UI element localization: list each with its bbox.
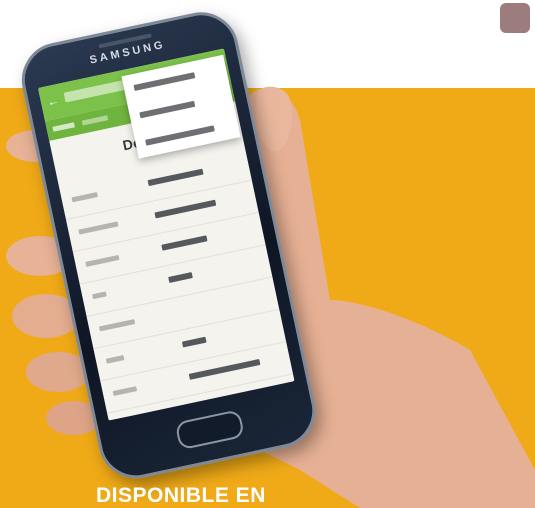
tab-1[interactable] <box>52 122 75 132</box>
row-label <box>105 355 125 364</box>
row-value <box>154 199 217 219</box>
row-value <box>195 402 217 413</box>
tab-2[interactable] <box>81 115 109 126</box>
row-label <box>112 386 138 397</box>
row-value <box>188 358 261 380</box>
banner-text: DISPONIBLE EN <box>96 484 266 507</box>
row-label <box>119 415 156 421</box>
row-value <box>181 336 207 348</box>
row-value <box>168 272 193 283</box>
detail-rows <box>59 148 295 421</box>
row-label <box>98 319 136 332</box>
row-label <box>71 192 98 203</box>
row-label <box>85 254 120 267</box>
home-button <box>174 409 245 451</box>
back-arrow-icon[interactable]: ← <box>46 93 61 109</box>
app-bar-title <box>63 80 125 103</box>
row-label <box>92 291 107 300</box>
row-value <box>161 235 208 251</box>
row-value <box>147 168 204 187</box>
row-label <box>78 221 119 235</box>
